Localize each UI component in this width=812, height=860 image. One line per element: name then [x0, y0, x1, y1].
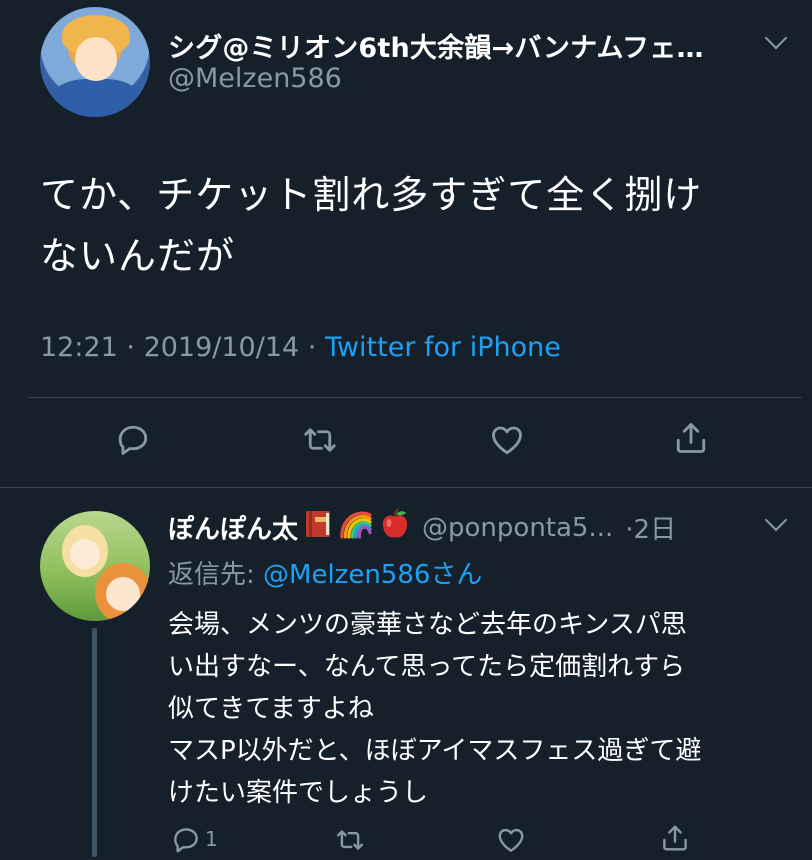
thread-line [92, 628, 97, 857]
retweet-icon [304, 428, 336, 452]
reply-text-line: い出すなー、なんて思ってたら定価割れすら [168, 652, 686, 682]
reply-icon [174, 828, 198, 853]
meta-separator: · [299, 332, 325, 363]
reply-text-line: マスP以外だと、ほぼアイマスフェス過ぎて避 [168, 736, 702, 766]
avatar-coat [48, 79, 144, 117]
reply-icon [118, 425, 148, 455]
share-icon [663, 825, 687, 851]
reply-display-name[interactable]: ぽんぽん太 [168, 509, 298, 546]
apple-icon [380, 508, 410, 547]
avatar-face [106, 577, 140, 611]
reply-text-line: 似てきてますよね [168, 694, 374, 724]
reply-tweet-text: 会場、メンツの豪華さなど去年のキンスパ思 い出すなー、なんて思ってたら定価割れす… [168, 604, 788, 814]
reply-to-label: 返信先: [168, 560, 264, 590]
like-button[interactable] [487, 420, 527, 460]
reply-avatar[interactable] [40, 511, 150, 621]
retweet-button[interactable] [330, 820, 370, 860]
like-button[interactable] [491, 820, 531, 860]
tweet-time: 12:21 [40, 332, 118, 363]
reply-handle[interactable]: @ponponta5... [422, 513, 613, 543]
main-text-line: てか、チケット割れ多すぎて全く捌け [40, 173, 703, 217]
reply-age: ·2日 [625, 515, 677, 545]
tweet-source-link[interactable]: Twitter for iPhone [325, 332, 561, 363]
reply-text-line: けたい案件でしょうし [168, 778, 429, 808]
reply-more-chevron-icon[interactable] [764, 508, 788, 532]
retweet-icon [336, 830, 364, 850]
share-icon [676, 423, 706, 453]
divider [28, 397, 802, 398]
reply-text-line: 会場、メンツの豪華さなど去年のキンスパ思 [168, 610, 687, 640]
main-display-name[interactable]: シグ@ミリオン6th大余韻→バンナムフェ… [168, 26, 758, 65]
share-button[interactable] [655, 818, 695, 858]
reply-button[interactable] [166, 820, 206, 860]
main-more-chevron-icon[interactable] [764, 26, 788, 50]
tweet-metadata: 12:21 · 2019/10/14 · Twitter for iPhone [40, 332, 561, 363]
reply-to-line: 返信先: @Melzen586さん [168, 554, 482, 591]
meta-separator: · [117, 332, 144, 363]
book-icon [304, 509, 332, 546]
retweet-button[interactable] [300, 420, 340, 460]
heart-icon [498, 828, 524, 852]
avatar-face [75, 37, 117, 81]
divider [0, 487, 812, 488]
tweet-date: 2019/10/14 [143, 332, 300, 363]
share-button[interactable] [671, 418, 711, 458]
avatar-face [70, 539, 100, 569]
main-tweet-text: てか、チケット割れ多すぎて全く捌け ないんだが [40, 165, 780, 287]
reply-button[interactable] [113, 420, 153, 460]
reply-to-mention-link[interactable]: @Melzen586さん [263, 560, 482, 590]
main-avatar[interactable] [40, 7, 150, 117]
main-text-line: ないんだが [40, 234, 236, 278]
reply-header: ぽんぽん太 @ponponta5... ·2日 [168, 508, 758, 547]
main-handle[interactable]: @Melzen586 [168, 63, 342, 94]
heart-icon [492, 426, 522, 455]
rainbow-icon [338, 509, 374, 546]
reply-count: 1 [205, 827, 218, 851]
